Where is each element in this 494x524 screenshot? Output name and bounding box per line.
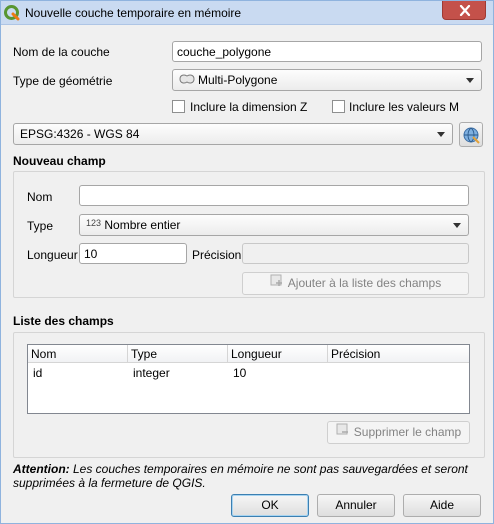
geometry-type-select[interactable]: Multi-Polygone	[172, 69, 482, 91]
layer-name-input[interactable]: couche_polygone	[172, 41, 482, 62]
table-cell-length: 10	[233, 366, 247, 380]
fields-table-header: Nom Type Longueur Précision	[28, 345, 469, 363]
column-header-name[interactable]: Nom	[28, 345, 128, 363]
chevron-down-icon	[466, 78, 474, 83]
ok-button[interactable]: OK	[231, 494, 309, 517]
title-bar: Nouvelle couche temporaire en mémoire	[1, 1, 493, 25]
column-header-length[interactable]: Longueur	[228, 345, 328, 363]
crs-globe-icon	[463, 127, 480, 144]
attention-text: Les couches temporaires en mémoire ne so…	[13, 462, 468, 490]
remove-field-icon	[336, 422, 350, 443]
integer-type-icon: 123	[86, 218, 102, 228]
geometry-type-label: Type de géométrie	[13, 74, 113, 88]
field-name-input[interactable]	[79, 185, 469, 206]
include-z-label: Inclure la dimension Z	[190, 100, 308, 114]
dialog-window: Nouvelle couche temporaire en mémoire No…	[0, 0, 494, 524]
field-length-label: Longueur	[27, 248, 78, 262]
field-type-value: Nombre entier	[104, 218, 181, 232]
new-field-section-title: Nouveau champ	[13, 154, 106, 168]
dialog-content: Nom de la couche couche_polygone Type de…	[5, 28, 491, 520]
polygon-icon	[179, 73, 195, 88]
fields-list-groupbox: Nom Type Longueur Précision id integer 1…	[13, 332, 485, 458]
include-m-checkbox[interactable]	[332, 100, 345, 113]
crs-select[interactable]: EPSG:4326 - WGS 84	[13, 123, 453, 145]
layer-name-label: Nom de la couche	[13, 45, 110, 59]
add-field-icon	[270, 273, 284, 294]
fields-list-section-title: Liste des champs	[13, 314, 114, 328]
column-header-precision[interactable]: Précision	[328, 345, 469, 363]
close-icon	[459, 5, 471, 16]
field-type-label: Type	[27, 219, 54, 233]
crs-selector-button[interactable]	[459, 122, 483, 147]
table-cell-type: integer	[133, 366, 170, 380]
field-name-label: Nom	[27, 190, 53, 204]
close-button[interactable]	[442, 1, 486, 20]
chevron-down-icon	[437, 132, 445, 137]
chevron-down-icon	[453, 223, 461, 228]
field-precision-input[interactable]	[242, 243, 469, 264]
remove-field-label: Supprimer le champ	[353, 425, 462, 439]
attention-label: Attention:	[13, 462, 70, 476]
add-to-fields-list-button[interactable]: Ajouter à la liste des champs	[242, 272, 469, 295]
crs-value: EPSG:4326 - WGS 84	[20, 127, 140, 141]
cancel-button[interactable]: Annuler	[317, 494, 395, 517]
field-length-input[interactable]: 10	[79, 243, 187, 264]
attention-note: Attention: Les couches temporaires en mé…	[13, 462, 483, 490]
add-to-fields-list-label: Ajouter à la liste des champs	[287, 276, 442, 290]
include-z-checkbox[interactable]	[172, 100, 185, 113]
help-button[interactable]: Aide	[403, 494, 481, 517]
field-type-select[interactable]: 123 Nombre entier	[79, 214, 469, 236]
field-precision-label: Précision	[192, 248, 242, 262]
remove-field-button[interactable]: Supprimer le champ	[327, 421, 470, 444]
window-title: Nouvelle couche temporaire en mémoire	[25, 6, 242, 20]
qgis-icon	[4, 5, 20, 21]
include-m-label: Inclure les valeurs M	[349, 100, 460, 114]
fields-table[interactable]: Nom Type Longueur Précision id integer 1…	[27, 344, 470, 414]
new-field-groupbox: Nom Type 123 Nombre entier Longueur 10 P…	[13, 171, 485, 298]
table-row[interactable]: id integer 10	[28, 365, 469, 383]
column-header-type[interactable]: Type	[128, 345, 228, 363]
table-cell-name: id	[33, 366, 43, 380]
table-cell-precision	[330, 365, 336, 367]
geometry-type-value: Multi-Polygone	[198, 73, 278, 87]
